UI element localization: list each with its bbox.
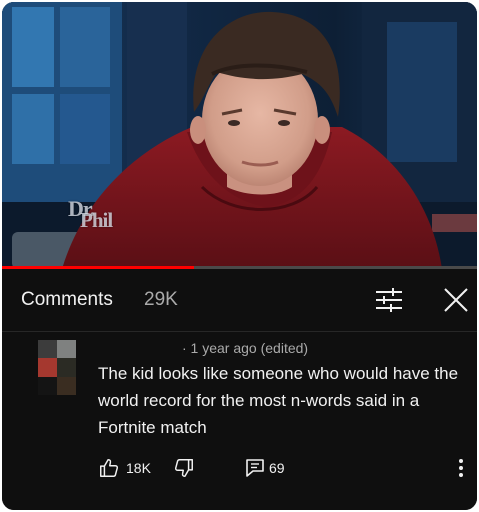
avatar[interactable]: [38, 340, 76, 395]
comment-meta: · 1 year ago (edited): [182, 340, 309, 356]
watermark-line-2: Phil: [80, 208, 113, 232]
comments-count: 29K: [144, 289, 178, 310]
comments-title: Comments: [21, 289, 113, 310]
header-divider: [2, 331, 477, 332]
dislike-icon[interactable]: [173, 457, 195, 479]
screenshot-frame: Dr. Phil Comments 29K · 1 year ago (edit…: [2, 2, 477, 510]
like-icon[interactable]: [98, 457, 120, 479]
like-count: 18K: [126, 460, 151, 476]
comments-panel: Comments 29K · 1 year ago (edited) The k…: [2, 269, 477, 510]
video-player[interactable]: Dr. Phil: [2, 2, 477, 269]
comment-actions: 18K 69: [2, 457, 477, 483]
reply-icon[interactable]: [245, 458, 265, 478]
more-vertical-icon[interactable]: [456, 457, 466, 479]
close-icon[interactable]: [443, 287, 469, 313]
comment-text: The kid looks like someone who would hav…: [98, 364, 459, 437]
dr-phil-watermark: Dr. Phil: [68, 198, 113, 232]
filter-icon[interactable]: [374, 287, 404, 313]
reply-count: 69: [269, 460, 285, 476]
